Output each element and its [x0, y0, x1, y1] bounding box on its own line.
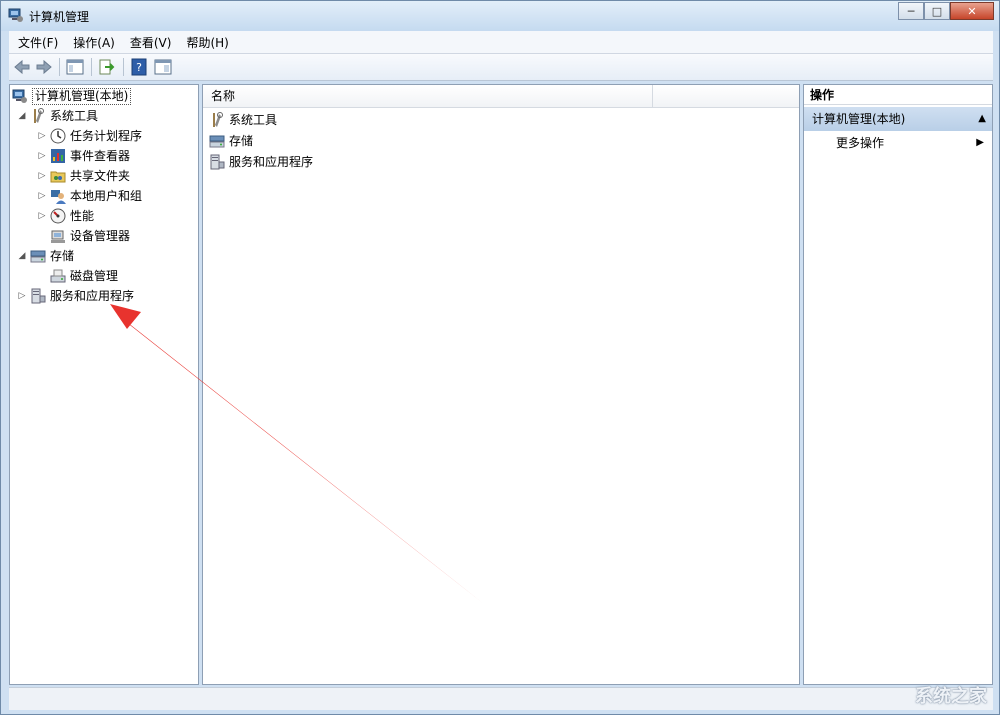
annotation-arrow-head: [110, 304, 141, 329]
annotation-arrow-shaft: [112, 306, 484, 604]
annotation-arrow: [110, 304, 484, 604]
